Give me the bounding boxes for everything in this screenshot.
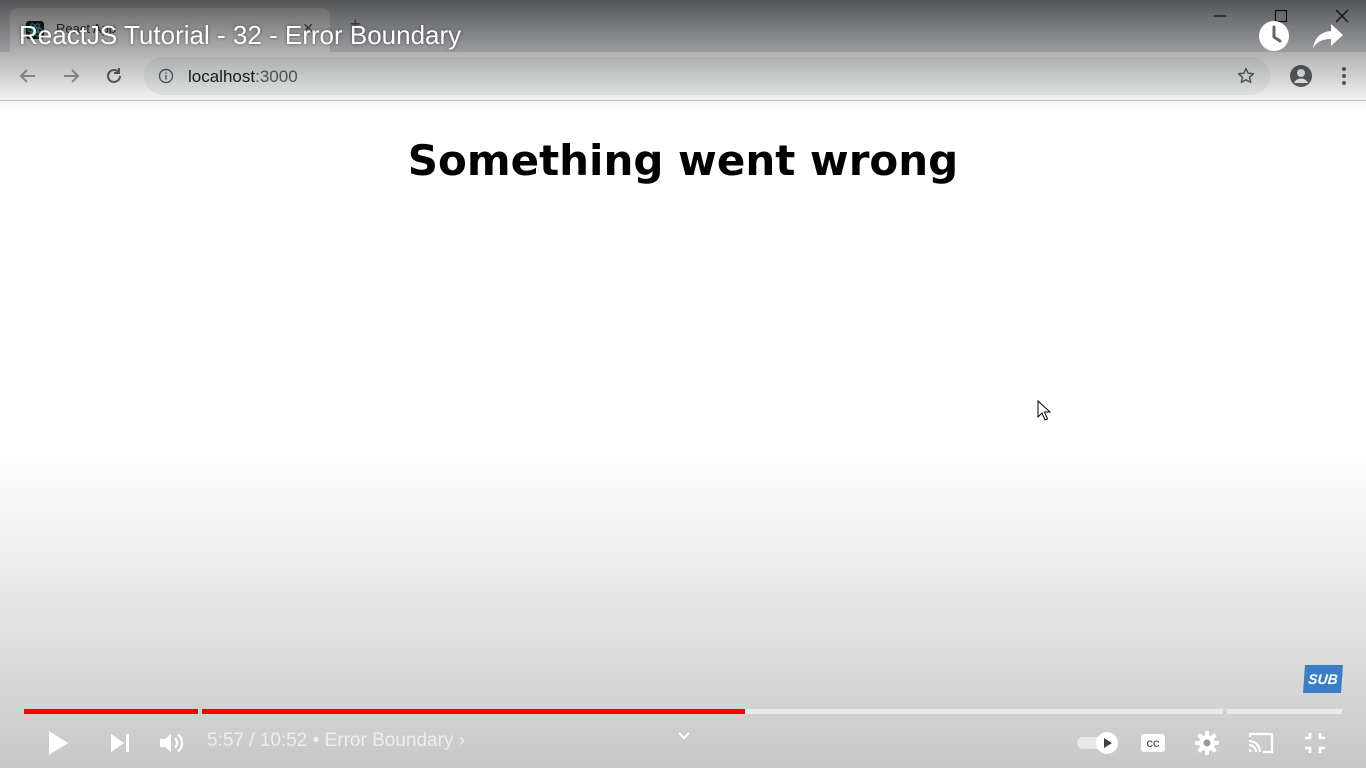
progress-played-2 [202, 709, 745, 714]
mouse-cursor-icon [1037, 400, 1051, 421]
subscribe-watermark[interactable]: SUB [1303, 665, 1343, 693]
play-icon[interactable] [42, 727, 74, 759]
next-icon[interactable] [104, 727, 136, 759]
page-heading: Something went wrong [407, 136, 959, 185]
time-separator: / [249, 730, 255, 751]
current-time: 5:57 [207, 730, 244, 751]
progress-chapter-3[interactable] [1227, 709, 1342, 714]
video-title[interactable]: ReactJS Tutorial - 32 - Error Boundary [19, 20, 461, 51]
chapter-arrow[interactable]: › [459, 730, 465, 751]
address-bar[interactable]: localhost:3000 [144, 57, 1270, 95]
settings-icon[interactable] [1191, 727, 1223, 759]
back-icon[interactable] [16, 64, 40, 88]
svg-text:CC: CC [1147, 739, 1160, 749]
progress-played-1 [24, 709, 198, 714]
site-info-icon[interactable] [158, 68, 174, 84]
cast-icon[interactable] [1245, 727, 1277, 759]
chevron-down-icon[interactable] [676, 728, 692, 744]
url-text: localhost:3000 [188, 67, 298, 87]
url-port: :3000 [255, 67, 298, 86]
share-icon[interactable] [1310, 18, 1346, 54]
progress-bar[interactable] [24, 709, 1342, 714]
chapter-title[interactable]: Error Boundary [325, 730, 454, 751]
browser-toolbar: localhost:3000 [0, 52, 1366, 101]
reload-icon[interactable] [102, 64, 126, 88]
watch-later-icon[interactable] [1256, 18, 1292, 54]
minimize-icon[interactable] [1200, 4, 1240, 28]
player-controls: 5:57 / 10:52 • Error Boundary › CC [0, 718, 1366, 768]
exit-fullscreen-icon[interactable] [1299, 727, 1331, 759]
volume-icon[interactable] [156, 727, 188, 759]
autoplay-toggle[interactable] [1074, 727, 1122, 759]
captions-icon[interactable]: CC [1137, 727, 1169, 759]
profile-avatar-icon[interactable] [1289, 64, 1313, 88]
time-display: 5:57 / 10:52 • Error Boundary › [207, 730, 465, 752]
duration: 10:52 [259, 730, 308, 751]
bookmark-star-icon[interactable] [1236, 66, 1256, 86]
forward-icon[interactable] [59, 64, 83, 88]
url-host: localhost [188, 67, 256, 86]
chapter-bullet: • [312, 730, 320, 751]
browser-menu-icon[interactable] [1334, 64, 1354, 88]
